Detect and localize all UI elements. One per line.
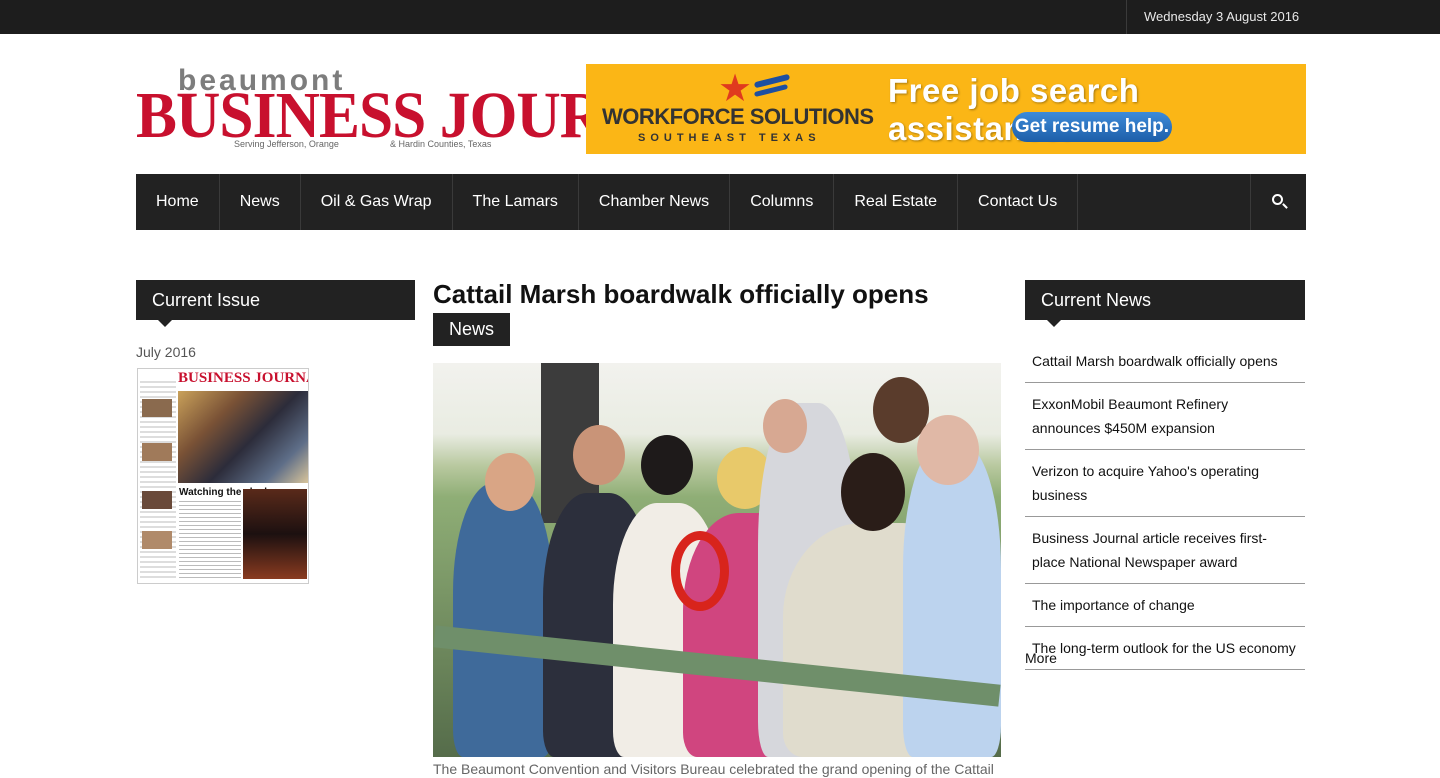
photo-caption: The Beaumont Convention and Visitors Bur… (433, 761, 994, 777)
logo-tagline-right: & Hardin Counties, Texas (390, 139, 492, 149)
nav-items: Home News Oil & Gas Wrap The Lamars Cham… (136, 174, 1079, 230)
current-issue-heading-text: Current Issue (152, 290, 261, 310)
ad-resume-button[interactable]: Get resume help. (1012, 112, 1172, 142)
ad-brand: WORKFORCE SOLUTIONS (602, 104, 874, 129)
more-news-link[interactable]: More (1025, 650, 1057, 666)
main-nav: Home News Oil & Gas Wrap The Lamars Cham… (136, 174, 1306, 230)
current-news-list: Cattail Marsh boardwalk officially opens… (1025, 340, 1305, 670)
news-list-item[interactable]: Business Journal article receives first-… (1025, 517, 1305, 584)
nav-item-contact-us[interactable]: Contact Us (958, 174, 1079, 230)
nav-item-oil-gas-wrap[interactable]: Oil & Gas Wrap (301, 174, 453, 230)
issue-date: July 2016 (136, 344, 196, 360)
photo-scissors (671, 531, 729, 611)
nav-item-chamber-news[interactable]: Chamber News (579, 174, 731, 230)
workforce-ad-banner[interactable]: ★ WORKFORCE SOLUTIONS SOUTHEAST TEXAS Fr… (586, 64, 1306, 154)
news-list-item[interactable]: Cattail Marsh boardwalk officially opens (1025, 340, 1305, 383)
cover-sidebar (140, 381, 176, 581)
current-issue-heading: Current Issue (136, 280, 415, 327)
article-title[interactable]: Cattail Marsh boardwalk officially opens (433, 279, 929, 310)
heading-notch (158, 320, 172, 327)
current-date: Wednesday 3 August 2016 (1126, 0, 1440, 34)
logo-tagline-left: Serving Jefferson, Orange (234, 139, 339, 149)
issue-cover-image[interactable]: BUSINESS JOURNAL Watching the clock (137, 368, 309, 584)
nav-item-home[interactable]: Home (136, 174, 220, 230)
article-photo (433, 363, 1001, 757)
news-list-item[interactable]: The long-term outlook for the US economy (1025, 627, 1305, 670)
article-category-tag[interactable]: News (433, 313, 511, 346)
news-list-item[interactable]: ExxonMobil Beaumont Refinery announces $… (1025, 383, 1305, 450)
nav-item-real-estate[interactable]: Real Estate (834, 174, 959, 230)
nav-item-news[interactable]: News (220, 174, 301, 230)
news-list-item[interactable]: The importance of change (1025, 584, 1305, 627)
nav-item-the-lamars[interactable]: The Lamars (453, 174, 579, 230)
top-bar: Wednesday 3 August 2016 (0, 0, 1440, 34)
nav-item-columns[interactable]: Columns (730, 174, 835, 230)
search-button[interactable] (1250, 174, 1306, 230)
cover-title: BUSINESS JOURNAL (178, 370, 308, 386)
star-icon: ★ (718, 68, 753, 110)
site-logo[interactable]: beaumont BUSINESS JOURNAL Serving Jeffer… (136, 64, 731, 156)
news-list-item[interactable]: Verizon to acquire Yahoo's operating bus… (1025, 450, 1305, 517)
current-news-heading-text: Current News (1041, 290, 1152, 310)
cover-clock-photo (243, 489, 307, 579)
ad-brand-sub: SOUTHEAST TEXAS (638, 132, 821, 144)
current-news-heading: Current News (1025, 280, 1305, 327)
cover-photo (178, 391, 308, 483)
cover-body-text (179, 501, 241, 581)
heading-notch (1047, 320, 1061, 327)
